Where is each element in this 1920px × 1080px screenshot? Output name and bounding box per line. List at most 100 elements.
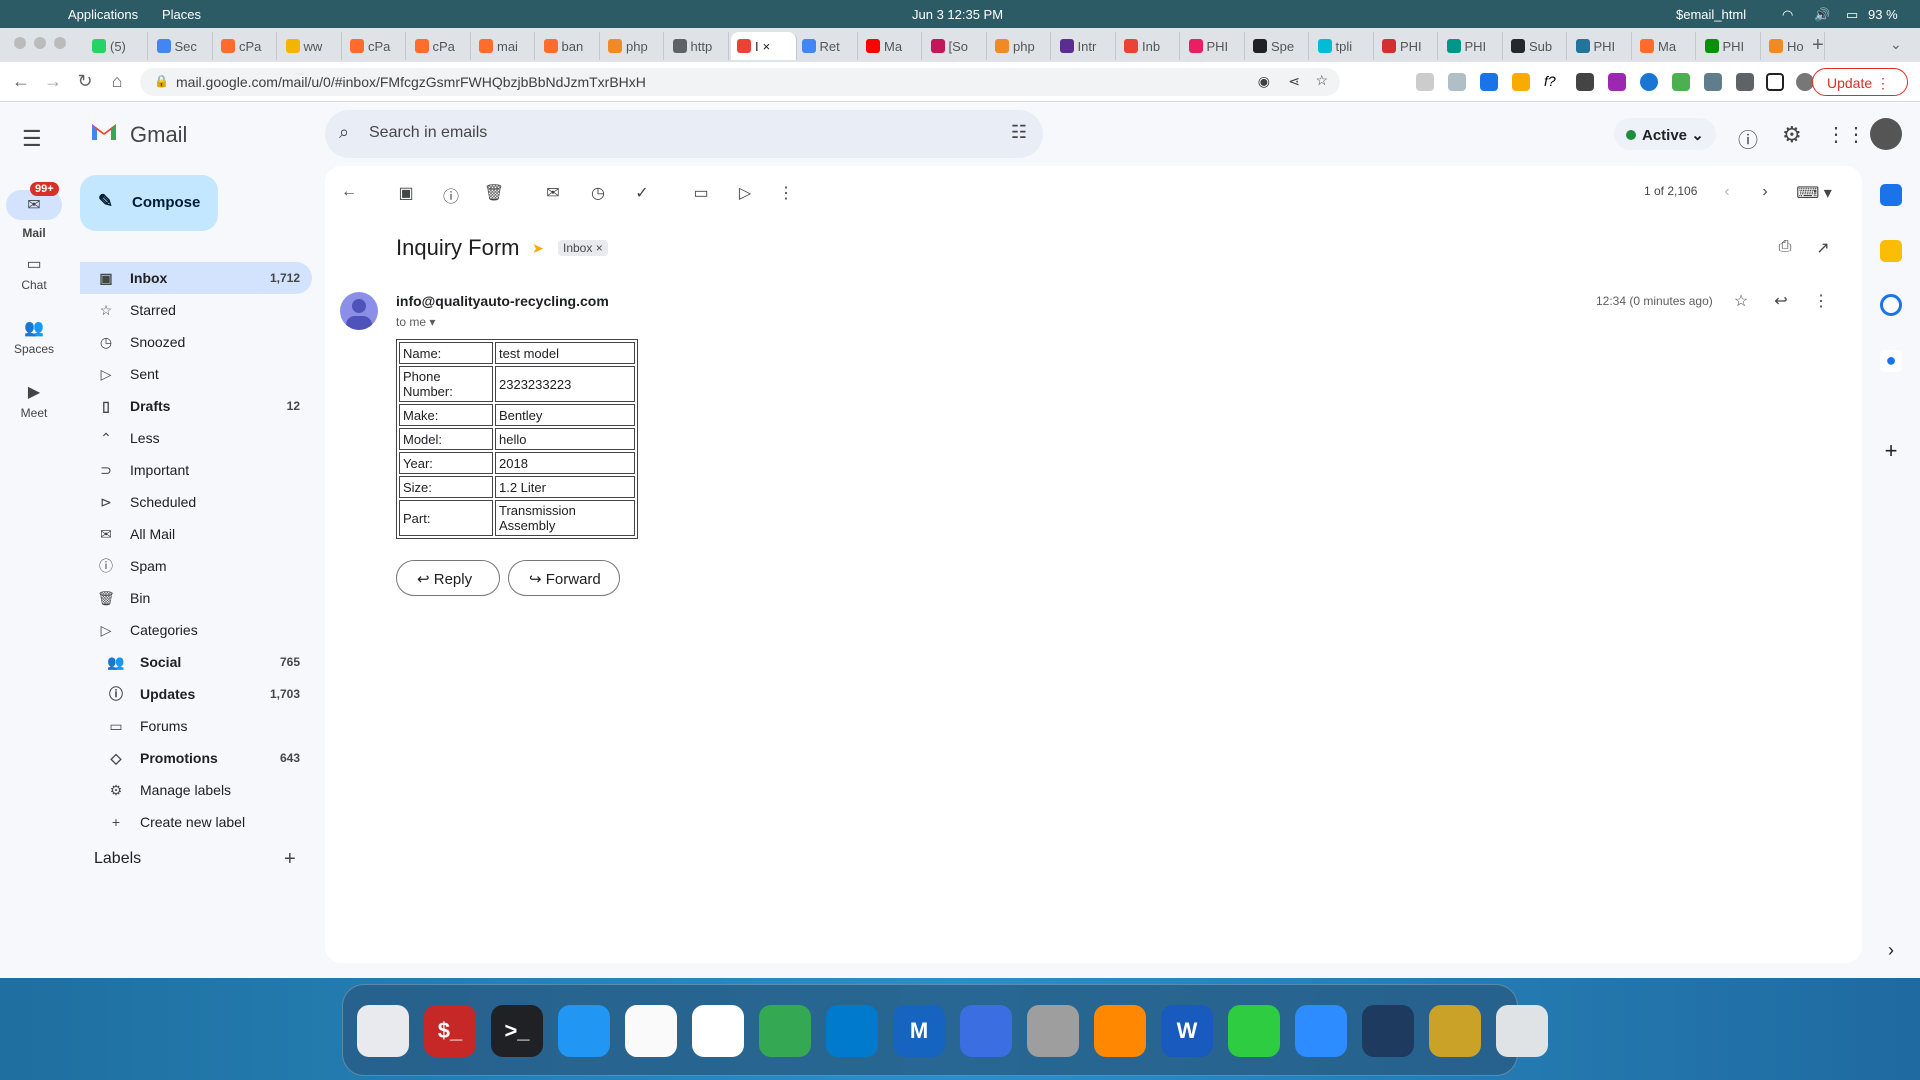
browser-tab[interactable]: (5): [86, 32, 148, 60]
circle-ext-icon[interactable]: [1640, 73, 1658, 91]
account-avatar[interactable]: [1870, 118, 1902, 150]
puzzle-icon[interactable]: [1228, 1005, 1280, 1057]
battery-icon[interactable]: ▭: [1846, 7, 1858, 23]
home-icon[interactable]: ⌂: [106, 71, 128, 92]
browser-tab[interactable]: PHI: [1441, 32, 1503, 60]
browser-tab[interactable]: Sub: [1505, 32, 1567, 60]
rail-meet[interactable]: ▶ Meet: [0, 382, 68, 420]
browser-tab[interactable]: Intr: [1054, 32, 1116, 60]
c-ext-icon[interactable]: [1576, 73, 1594, 91]
search-input[interactable]: ⌕ Search in emails ☷: [325, 110, 1043, 158]
settings-gear-icon[interactable]: ⚙: [1782, 122, 1802, 148]
browser-tab[interactable]: [So: [925, 32, 987, 60]
remove-label-icon[interactable]: ×: [596, 241, 603, 255]
clock[interactable]: Jun 3 12:35 PM: [912, 7, 1003, 22]
metasploit-icon[interactable]: M: [893, 1005, 945, 1057]
delete-icon[interactable]: 🗑: [483, 183, 505, 203]
nav-item-create-new-label[interactable]: + Create new label: [80, 806, 312, 838]
nav-item-updates[interactable]: ⓘ Updates 1,703: [80, 678, 312, 710]
browser-tab[interactable]: Spe: [1247, 32, 1309, 60]
search-options-icon[interactable]: ☷: [1011, 122, 1027, 143]
browser-tab[interactable]: cPa: [409, 32, 471, 60]
contacts-icon[interactable]: ●: [1880, 350, 1902, 372]
nav-item-sent[interactable]: ▷ Sent: [80, 358, 312, 390]
rail-spaces[interactable]: 👥 Spaces: [0, 318, 68, 356]
browser-tab[interactable]: I ×: [731, 32, 797, 60]
mark-unread-icon[interactable]: ✉: [542, 183, 564, 203]
add-task-icon[interactable]: ✓: [631, 183, 653, 203]
label-as-icon[interactable]: ▷: [734, 183, 756, 203]
share-icon[interactable]: ⋖: [1288, 73, 1300, 90]
star-message-icon[interactable]: ☆: [1730, 291, 1752, 311]
archive-icon[interactable]: ▣: [395, 183, 417, 203]
browser-tab[interactable]: PHI: [1183, 32, 1245, 60]
browser-tab[interactable]: tpli: [1312, 32, 1374, 60]
browser-tab[interactable]: ww: [280, 32, 342, 60]
rail-chat[interactable]: ▭ Chat: [0, 254, 68, 292]
nav-item-spam[interactable]: ⓘ Spam: [80, 550, 312, 582]
forward-icon[interactable]: →: [42, 71, 64, 92]
show-side-panel-icon[interactable]: ›: [1880, 940, 1902, 962]
save-ext-icon[interactable]: [1704, 73, 1722, 91]
window-close-dot[interactable]: [14, 37, 26, 49]
reminders-icon[interactable]: [692, 1005, 744, 1057]
browser-tab[interactable]: Ma: [1634, 32, 1696, 60]
window-minimize-dot[interactable]: [34, 37, 46, 49]
applications-menu[interactable]: Applications: [68, 7, 138, 22]
nav-item-forums[interactable]: ▭ Forums: [80, 710, 312, 742]
inbox-label-chip[interactable]: Inbox ×: [558, 240, 608, 256]
browser-tab[interactable]: php: [989, 32, 1051, 60]
zoom-icon[interactable]: [1295, 1005, 1347, 1057]
reply-button[interactable]: ↩ Reply: [396, 560, 500, 596]
tab-close-icon[interactable]: ×: [763, 39, 771, 54]
color-ext-icon[interactable]: [1608, 73, 1626, 91]
eye-off-icon[interactable]: ◉: [1258, 73, 1270, 90]
nav-item-important[interactable]: ⊃ Important: [80, 454, 312, 486]
importance-marker-icon[interactable]: ➤: [532, 240, 544, 257]
word-icon[interactable]: W: [1161, 1005, 1213, 1057]
browser-tab[interactable]: ban: [538, 32, 600, 60]
update-button[interactable]: Update ⋮: [1812, 68, 1908, 96]
nav-item-scheduled[interactable]: ⊳ Scheduled: [80, 486, 312, 518]
nav-item-social[interactable]: 👥 Social 765: [80, 646, 312, 678]
main-menu-icon[interactable]: ☰: [22, 126, 42, 152]
finder-icon[interactable]: [558, 1005, 610, 1057]
status-selector[interactable]: Active ⌄: [1614, 118, 1716, 150]
recipient-details[interactable]: to me ▾: [396, 315, 435, 329]
newer-chevron-icon[interactable]: ‹: [1716, 183, 1738, 201]
open-new-window-icon[interactable]: ↗: [1812, 238, 1834, 258]
download-ext-icon[interactable]: [1480, 73, 1498, 91]
back-icon[interactable]: ←: [10, 71, 32, 92]
vlc-icon[interactable]: [1094, 1005, 1146, 1057]
sender-email[interactable]: info@qualityauto-recycling.com: [396, 293, 609, 309]
gmail-brand[interactable]: Gmail: [130, 122, 187, 148]
browser-tab[interactable]: mai: [473, 32, 535, 60]
user-menu[interactable]: $email_html: [1676, 7, 1746, 22]
browser-tab[interactable]: Sec: [151, 32, 213, 60]
keychain-icon[interactable]: [1429, 1005, 1481, 1057]
places-menu[interactable]: Places: [162, 7, 201, 22]
wifi-icon[interactable]: ◠: [1782, 7, 1793, 23]
reply-arrow-icon[interactable]: ↩: [1770, 291, 1792, 311]
forward-button[interactable]: ↪ Forward: [508, 560, 620, 596]
kali-icon[interactable]: [1362, 1005, 1414, 1057]
browser-tab[interactable]: Ret: [796, 32, 858, 60]
report-spam-icon[interactable]: ⓘ: [440, 183, 462, 207]
snooze-icon[interactable]: ◷: [587, 183, 609, 203]
tasks-icon[interactable]: [1880, 294, 1902, 316]
compose-button[interactable]: ✎ Compose: [80, 175, 218, 231]
nav-item-promotions[interactable]: ◇ Promotions 643: [80, 742, 312, 774]
browser-tab[interactable]: PHI: [1376, 32, 1438, 60]
formula-ext-icon[interactable]: f?: [1544, 73, 1562, 91]
tab-search-icon[interactable]: ⌄: [1890, 36, 1902, 53]
launchpad-icon[interactable]: [357, 1005, 409, 1057]
message-more-icon[interactable]: ⋮: [1810, 291, 1832, 311]
more-options-icon[interactable]: ⋮: [775, 183, 797, 203]
nav-item-all-mail[interactable]: ✉ All Mail: [80, 518, 312, 550]
toggle-icon[interactable]: [960, 1005, 1012, 1057]
terminal-red-icon[interactable]: $_: [424, 1005, 476, 1057]
camera-ext-icon[interactable]: [1672, 73, 1690, 91]
nav-item-drafts[interactable]: ▯ Drafts 12: [80, 390, 312, 422]
move-to-icon[interactable]: ▭: [690, 183, 712, 203]
browser-tab[interactable]: cPa: [215, 32, 277, 60]
